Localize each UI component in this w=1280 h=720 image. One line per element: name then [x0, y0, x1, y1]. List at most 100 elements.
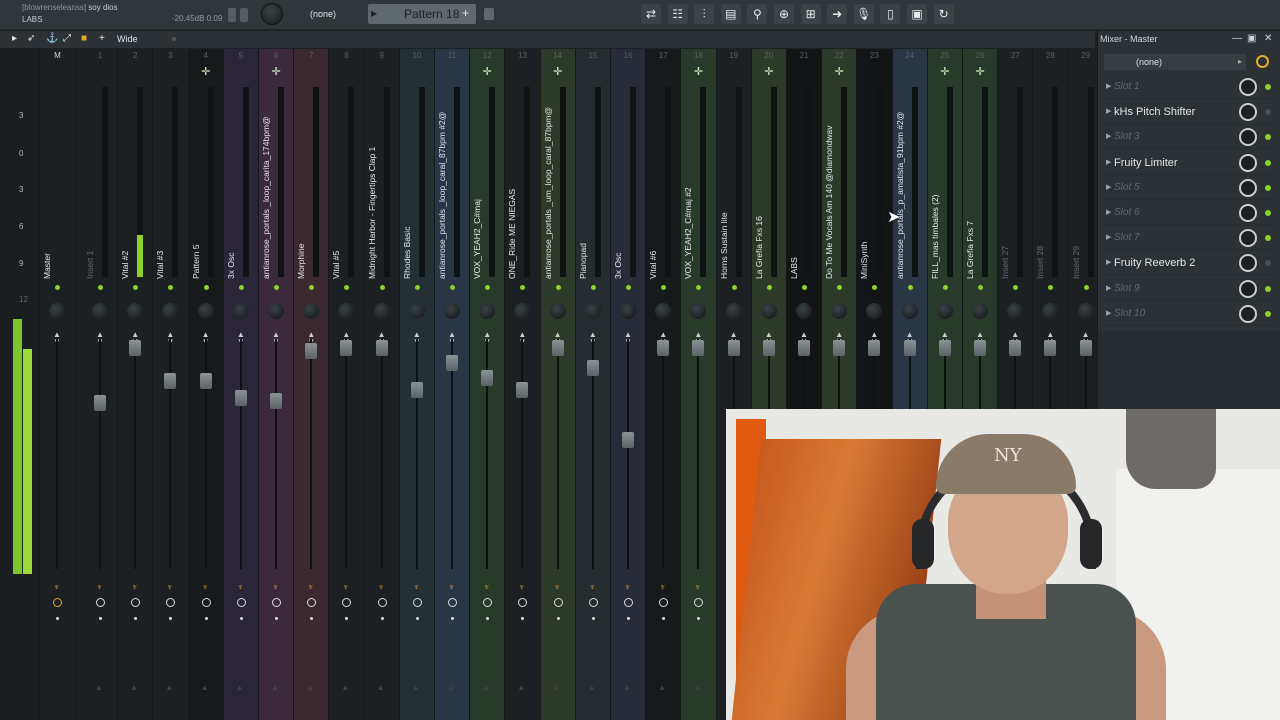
- slot-arrow-icon[interactable]: ▶: [1106, 82, 1111, 90]
- volume-fader[interactable]: [692, 340, 705, 356]
- route-dot[interactable]: [169, 617, 173, 620]
- stamp-icon[interactable]: ▣: [907, 4, 927, 24]
- clock-icon[interactable]: [342, 598, 352, 607]
- fx-icon[interactable]: ♆: [307, 582, 314, 592]
- slot-led[interactable]: [1265, 134, 1271, 141]
- track-led[interactable]: [1048, 285, 1054, 290]
- mixer-track[interactable]: 163x Osc▲▼♆▲: [611, 49, 647, 720]
- master-pan-knob[interactable]: [49, 303, 65, 319]
- pan-knob[interactable]: [1077, 303, 1094, 319]
- view-mode-label[interactable]: Wide: [117, 34, 138, 44]
- route-arrow-icon[interactable]: ▲: [623, 683, 631, 692]
- route-dot[interactable]: [521, 617, 525, 620]
- route-dot[interactable]: [591, 617, 595, 620]
- track-led[interactable]: [731, 285, 737, 290]
- slot-led[interactable]: [1265, 159, 1271, 166]
- volume-fader[interactable]: [657, 340, 670, 356]
- route-icon[interactable]: ✛: [470, 65, 504, 78]
- track-led[interactable]: [555, 285, 561, 290]
- track-led[interactable]: [766, 285, 772, 290]
- mixer-track[interactable]: 6 ✛ @antianrose_portals _loop_carita_174bp…: [259, 49, 295, 720]
- folder-icon[interactable]: ■: [81, 33, 87, 44]
- mix-knob[interactable]: [1239, 304, 1257, 323]
- slot-arrow-icon[interactable]: ▶: [1106, 183, 1111, 191]
- track-led[interactable]: [520, 285, 526, 290]
- master-led[interactable]: [55, 285, 60, 290]
- effect-slot[interactable]: ▶ Slot 6: [1104, 202, 1276, 225]
- route-arrow-icon[interactable]: ▲: [130, 683, 138, 692]
- mix-knob[interactable]: [1239, 103, 1257, 122]
- mixer-track[interactable]: 11 @antianrose_portals _loop_caral_87bpm …: [435, 49, 471, 720]
- route-arrow-icon[interactable]: ▲: [517, 683, 525, 692]
- pattern-selector[interactable]: ▶ Pattern 18 +: [368, 4, 476, 24]
- volume-fader[interactable]: [762, 340, 775, 356]
- slot-led[interactable]: [1265, 260, 1271, 267]
- route-icon[interactable]: ✛: [681, 65, 715, 78]
- track-led[interactable]: [942, 285, 948, 290]
- route-dot[interactable]: [56, 617, 59, 620]
- volume-fader[interactable]: [1044, 340, 1057, 356]
- track-led[interactable]: [414, 285, 420, 290]
- clock-icon[interactable]: [448, 598, 457, 607]
- mix-knob[interactable]: [1239, 229, 1257, 248]
- route-dot[interactable]: [204, 617, 208, 620]
- slot-led[interactable]: [1265, 310, 1271, 317]
- volume-fader[interactable]: [340, 340, 353, 356]
- fx-icon[interactable]: ♆: [483, 582, 490, 592]
- pan-knob[interactable]: [197, 303, 214, 319]
- add-pattern-button[interactable]: +: [462, 6, 469, 20]
- route-arrow-icon[interactable]: ▲: [412, 683, 420, 692]
- volume-fader[interactable]: [622, 432, 634, 448]
- clock-icon[interactable]: [412, 598, 422, 607]
- slot-arrow-icon[interactable]: ▶: [1106, 132, 1111, 140]
- effect-slot[interactable]: ▶ Slot 1: [1104, 76, 1276, 99]
- expand-icon[interactable]: ⤢: [63, 33, 71, 44]
- route-icon[interactable]: ✛: [259, 65, 293, 78]
- route-arrow-icon[interactable]: ▲: [447, 683, 455, 692]
- slot-arrow-icon[interactable]: ▶: [1106, 258, 1111, 266]
- fx-icon[interactable]: ♆: [96, 582, 103, 592]
- slot-arrow-icon[interactable]: ▶: [1106, 284, 1111, 292]
- slot-led[interactable]: [1265, 109, 1271, 116]
- arrow-pattern-icon[interactable]: ⇄: [641, 4, 661, 24]
- mixer-track[interactable]: 2Vital #2▲▼♆▲: [118, 49, 154, 720]
- fx-icon[interactable]: ♆: [413, 582, 420, 592]
- eq-area[interactable]: [1098, 331, 1280, 409]
- clock-icon[interactable]: [624, 598, 633, 607]
- track-led[interactable]: [1083, 285, 1089, 290]
- pan-knob[interactable]: [972, 303, 988, 319]
- volume-fader[interactable]: [974, 340, 986, 356]
- pan-knob[interactable]: [373, 303, 390, 319]
- route-icon[interactable]: ✛: [541, 65, 575, 78]
- track-led[interactable]: [238, 285, 244, 290]
- volume-fader[interactable]: [727, 340, 740, 356]
- slot-arrow-icon[interactable]: ▶: [1106, 107, 1111, 115]
- track-led[interactable]: [344, 285, 350, 290]
- pan-knob[interactable]: [92, 303, 108, 319]
- mixer-track[interactable]: 17Vital #6▲▼♆▲: [646, 49, 682, 720]
- route-arrow-icon[interactable]: ▲: [377, 683, 385, 692]
- track-led[interactable]: [661, 285, 667, 290]
- route-dot[interactable]: [345, 617, 349, 620]
- track-led[interactable]: [696, 285, 702, 290]
- pan-knob[interactable]: [796, 303, 812, 319]
- channel-rack-icon[interactable]: ⊕: [774, 4, 794, 24]
- anchor-icon[interactable]: ⚓: [46, 33, 58, 44]
- clock-icon[interactable]: [377, 598, 387, 607]
- route-dot[interactable]: [662, 617, 666, 620]
- slot-led[interactable]: [1265, 235, 1271, 242]
- minimize-icon[interactable]: —: [1232, 33, 1242, 44]
- fx-icon[interactable]: ♆: [272, 582, 279, 592]
- volume-fader[interactable]: [164, 373, 177, 389]
- clock-icon[interactable]: [236, 598, 246, 607]
- pan-knob[interactable]: [408, 303, 425, 319]
- volume-fader[interactable]: [375, 340, 388, 356]
- route-dot[interactable]: [627, 617, 630, 620]
- clock-icon[interactable]: [553, 598, 563, 607]
- mixer-track[interactable]: 4✛Pattern 5▲▼♆▲: [188, 49, 224, 720]
- arrow-right-icon[interactable]: ▸: [12, 33, 17, 44]
- mixer-track[interactable]: 9Midnight Harbor - Fingertips Clap 1▲▼♆▲: [364, 49, 400, 720]
- slot-led[interactable]: [1265, 184, 1271, 191]
- mix-knob[interactable]: [1239, 279, 1257, 298]
- pan-knob[interactable]: [901, 303, 918, 319]
